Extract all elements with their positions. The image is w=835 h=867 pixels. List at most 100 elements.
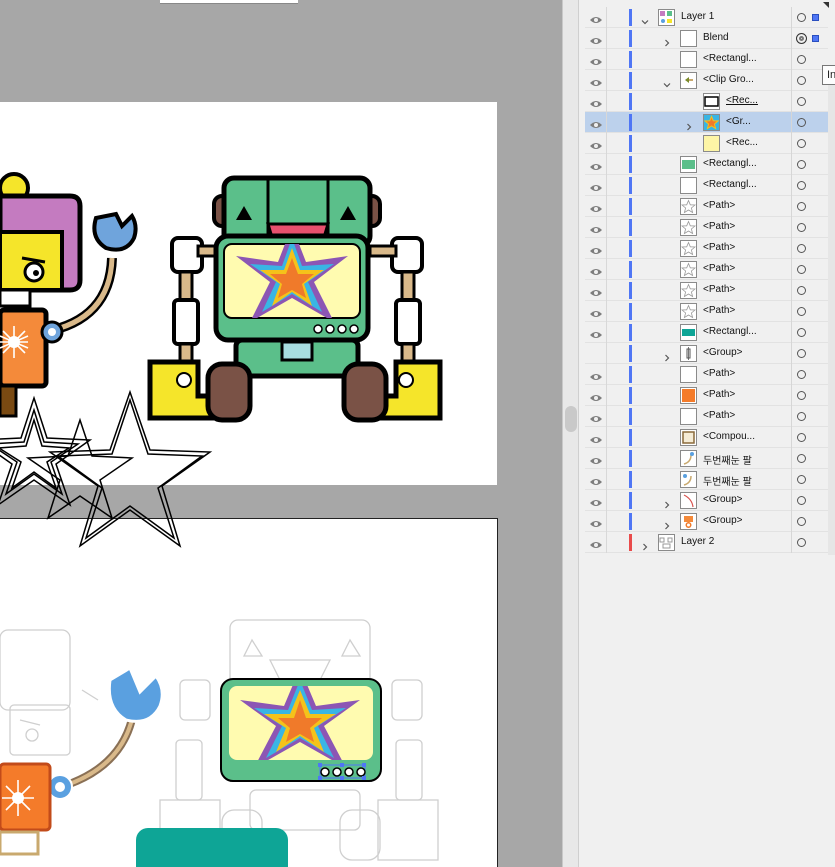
layer-row[interactable]: <Rec...: [585, 91, 828, 112]
lock-toggle-column[interactable]: [606, 532, 607, 553]
layer-name[interactable]: <Path>: [703, 263, 735, 274]
target-circle-icon[interactable]: [797, 202, 806, 211]
target-circle-icon[interactable]: [797, 475, 806, 484]
layer-name[interactable]: <Gr...: [726, 116, 751, 127]
target-circle-icon[interactable]: [797, 349, 806, 358]
target-circle-icon[interactable]: [797, 286, 806, 295]
target-circle-icon[interactable]: [796, 33, 807, 44]
lock-toggle-column[interactable]: [606, 49, 607, 70]
target-circle-icon[interactable]: [797, 496, 806, 505]
layer-name[interactable]: <Path>: [703, 284, 735, 295]
lock-toggle-column[interactable]: [606, 196, 607, 217]
lock-toggle-column[interactable]: [606, 28, 607, 49]
visibility-eye-icon[interactable]: [589, 516, 603, 527]
layer-name[interactable]: Blend: [703, 32, 729, 43]
lock-toggle-column[interactable]: [606, 343, 607, 364]
lock-toggle-column[interactable]: [606, 490, 607, 511]
layer-row[interactable]: Blend: [585, 28, 828, 49]
expand-chevron-icon[interactable]: [685, 118, 693, 131]
target-circle-icon[interactable]: [797, 118, 806, 127]
visibility-eye-icon[interactable]: [589, 180, 603, 191]
robot-tv[interactable]: [147, 175, 443, 423]
layer-name[interactable]: <Path>: [703, 242, 735, 253]
expand-chevron-icon[interactable]: [663, 517, 671, 530]
lock-toggle-column[interactable]: [606, 385, 607, 406]
visibility-eye-icon[interactable]: [589, 159, 603, 170]
lock-toggle-column[interactable]: [606, 511, 607, 532]
layer-name[interactable]: <Rectangl...: [703, 53, 757, 64]
lock-toggle-column[interactable]: [606, 7, 607, 28]
layer-name[interactable]: <Path>: [703, 389, 735, 400]
artwork[interactable]: [0, 0, 562, 867]
target-circle-icon[interactable]: [797, 160, 806, 169]
layer-row[interactable]: <Rec...: [585, 133, 828, 154]
layer-row[interactable]: <Path>: [585, 364, 828, 385]
selection-indicator[interactable]: [812, 14, 819, 21]
target-circle-icon[interactable]: [797, 223, 806, 232]
layer-row[interactable]: <Group>: [585, 490, 828, 511]
target-circle-icon[interactable]: [797, 538, 806, 547]
target-circle-icon[interactable]: [797, 76, 806, 85]
layer-name[interactable]: Layer 2: [681, 536, 714, 547]
lock-toggle-column[interactable]: [606, 301, 607, 322]
layer-name[interactable]: <Clip Gro...: [703, 74, 754, 85]
expand-chevron-icon[interactable]: [663, 34, 671, 47]
visibility-eye-icon[interactable]: [589, 390, 603, 401]
layer-row[interactable]: Layer 1: [585, 7, 828, 28]
lock-toggle-column[interactable]: [606, 70, 607, 91]
layer-row[interactable]: <Rectangl...: [585, 175, 828, 196]
visibility-eye-icon[interactable]: [589, 54, 603, 65]
lock-toggle-column[interactable]: [606, 322, 607, 343]
layer-row[interactable]: <Path>: [585, 280, 828, 301]
target-circle-icon[interactable]: [797, 517, 806, 526]
layer-name[interactable]: 두번째눈 팔: [703, 473, 752, 488]
panel-splitter[interactable]: [562, 0, 578, 867]
visibility-eye-icon[interactable]: [589, 432, 603, 443]
visibility-eye-icon[interactable]: [589, 369, 603, 380]
lock-toggle-column[interactable]: [606, 133, 607, 154]
layer-name[interactable]: <Rectangl...: [703, 158, 757, 169]
layer-row[interactable]: <Group>: [585, 511, 828, 532]
layer-name[interactable]: <Rectangl...: [703, 326, 757, 337]
layers-panel[interactable]: Layer 1 Blend <Rectangl... <Clip Gro... <Rec…: [585, 0, 835, 867]
lock-toggle-column[interactable]: [606, 154, 607, 175]
target-circle-icon[interactable]: [797, 370, 806, 379]
lock-toggle-column[interactable]: [606, 280, 607, 301]
visibility-eye-icon[interactable]: [589, 264, 603, 275]
layer-row[interactable]: <Path>: [585, 259, 828, 280]
visibility-eye-icon[interactable]: [589, 495, 603, 506]
visibility-eye-icon[interactable]: [589, 33, 603, 44]
expand-chevron-icon[interactable]: [641, 538, 649, 551]
expand-chevron-icon[interactable]: [663, 349, 671, 362]
visibility-eye-icon[interactable]: [589, 117, 603, 128]
expand-chevron-icon[interactable]: [663, 496, 671, 509]
lock-toggle-column[interactable]: [606, 217, 607, 238]
layer-row[interactable]: 두번째눈 팔: [585, 469, 828, 490]
layer-row[interactable]: <Path>: [585, 217, 828, 238]
layer-name[interactable]: 두번째눈 팔: [703, 452, 752, 467]
layer-name[interactable]: <Path>: [703, 410, 735, 421]
layer-name[interactable]: <Group>: [703, 494, 742, 505]
lock-toggle-column[interactable]: [606, 238, 607, 259]
target-circle-icon[interactable]: [797, 139, 806, 148]
visibility-eye-icon[interactable]: [589, 411, 603, 422]
splitter-grip[interactable]: [565, 406, 577, 432]
layer-row[interactable]: <Path>: [585, 238, 828, 259]
layer-row[interactable]: <Rectangl...: [585, 154, 828, 175]
layer-name[interactable]: <Group>: [703, 347, 742, 358]
visibility-eye-icon[interactable]: [589, 138, 603, 149]
layer-name[interactable]: Layer 1: [681, 11, 714, 22]
lock-toggle-column[interactable]: [606, 448, 607, 469]
visibility-eye-icon[interactable]: [589, 474, 603, 485]
lock-toggle-column[interactable]: [606, 469, 607, 490]
layer-row[interactable]: Layer 2: [585, 532, 828, 553]
visibility-eye-icon[interactable]: [589, 12, 603, 23]
target-circle-icon[interactable]: [797, 55, 806, 64]
lock-toggle-column[interactable]: [606, 406, 607, 427]
target-circle-icon[interactable]: [797, 454, 806, 463]
lock-toggle-column[interactable]: [606, 175, 607, 196]
layer-name[interactable]: <Compou...: [703, 431, 755, 442]
target-circle-icon[interactable]: [797, 433, 806, 442]
layer-name[interactable]: <Path>: [703, 221, 735, 232]
layer-row[interactable]: <Clip Gro...: [585, 70, 828, 91]
